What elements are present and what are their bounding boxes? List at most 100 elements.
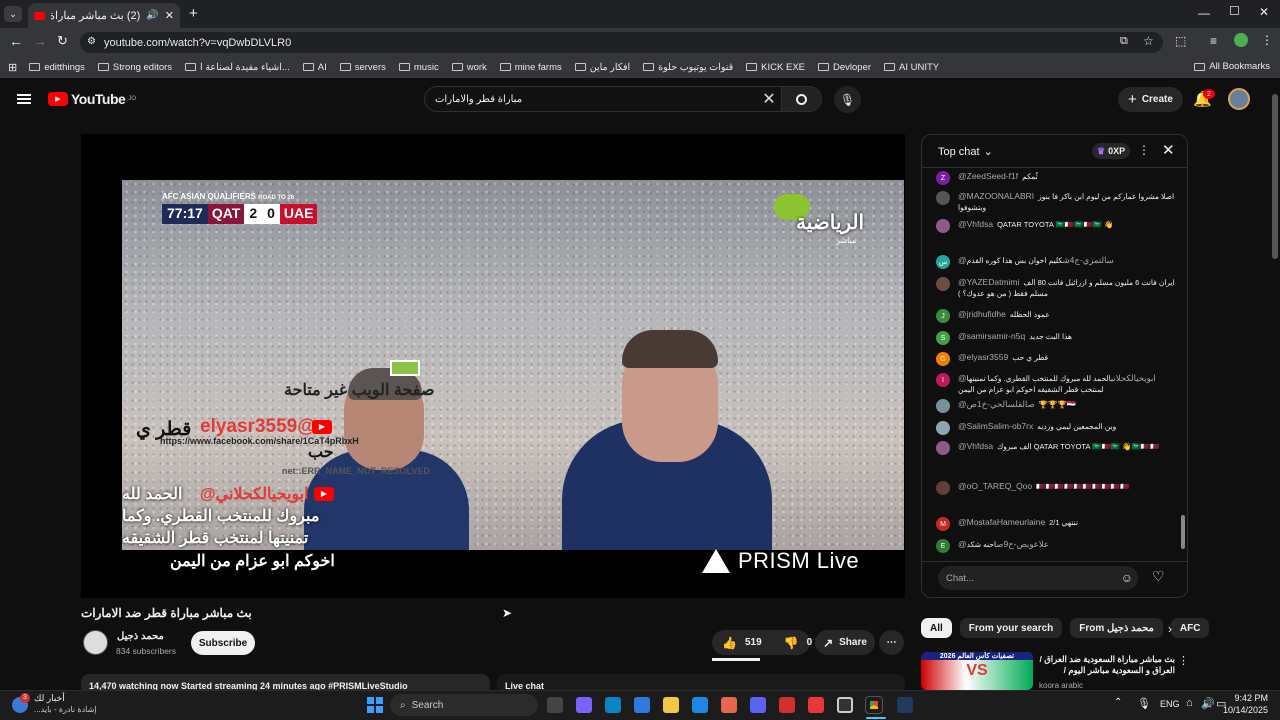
show-hidden-icons[interactable]: ⌃ (1114, 697, 1122, 708)
chat-author-avatar[interactable]: س (936, 255, 950, 269)
chat-author-avatar[interactable]: M (936, 517, 950, 531)
windows-start-icon[interactable] (367, 697, 383, 713)
chat-message[interactable]: س @سالتمري-ج4شكليم اخوان بس هذا كوره القد… (936, 255, 1176, 269)
chat-author-avatar[interactable]: S (936, 331, 950, 345)
forward-button[interactable]: → (33, 33, 47, 49)
chat-message[interactable]: @صالقلسالحي-خ1ص 🏆🏆🏆🇾🇪 (936, 399, 1176, 413)
chip-0[interactable]: All (921, 618, 952, 638)
chat-author-name[interactable]: @صالقلسالحي-خ1ص (958, 399, 1035, 409)
recommendation-menu-icon[interactable]: ⋮ (1178, 654, 1189, 667)
recommendation-channel[interactable]: koora arabic (1039, 681, 1083, 690)
chat-close-icon[interactable]: ✕ (1162, 141, 1175, 159)
chat-message[interactable]: @Vhfdsa QATAR TOYOTA 🇸🇦🇶🇦🇸🇦🇶🇦🇸🇦 👋 (936, 219, 1176, 233)
extensions-icon[interactable]: ⬚ (1175, 34, 1186, 48)
chat-author-avatar[interactable] (936, 219, 950, 233)
taskbar-search-box[interactable]: ⌕ Search (390, 694, 538, 716)
chat-message[interactable]: Z @ZeedSeed-f1f ثُمكم (936, 171, 1176, 185)
chat-author-avatar[interactable] (936, 277, 950, 291)
bookmark-8[interactable]: افكار ماين (574, 62, 630, 73)
install-app-icon[interactable]: ⧉ (1120, 35, 1128, 48)
clock-date[interactable]: 10/14/2025 (1222, 705, 1268, 715)
microphone-tray-icon[interactable]: 🎙 (1137, 697, 1151, 710)
apps-grid-icon[interactable]: ⊞ (8, 61, 17, 74)
chat-message[interactable]: M @MostafaHameurlaine 2/1 تنتهي (936, 517, 1176, 531)
chat-author-avatar[interactable]: E (936, 539, 950, 553)
new-tab-button[interactable]: + (189, 5, 198, 22)
window-close-button[interactable]: ✕ (1259, 5, 1269, 19)
minimize-button[interactable]: — (1198, 6, 1210, 20)
bookmark-0[interactable]: editthings (29, 62, 85, 73)
chat-author-name[interactable]: @elyasr3559 (958, 352, 1008, 362)
bookmark-1[interactable]: Strong editors (97, 62, 172, 73)
xp-badge[interactable]: ♛ 0XP (1092, 143, 1131, 159)
bookmark-7[interactable]: mine farms (499, 62, 562, 73)
github-icon[interactable] (837, 697, 853, 713)
chat-author-name[interactable]: @YAZEDatmimi (958, 277, 1019, 287)
bookmark-6[interactable]: work (451, 62, 487, 73)
recommendation-title[interactable]: بث مباشر مباراة السعودية ضد العراق / الع… (1039, 654, 1175, 676)
all-bookmarks-button[interactable]: All Bookmarks (1194, 61, 1270, 72)
app-icon-2[interactable] (779, 697, 795, 713)
chat-message[interactable]: S @samirsamir-n5q هذا البث جديد (936, 331, 1176, 345)
chat-scrollbar[interactable] (1180, 171, 1186, 557)
dislike-icon[interactable]: 👎 (784, 636, 799, 650)
clock-time[interactable]: 9:42 PM (1228, 693, 1268, 703)
chat-message[interactable]: @YAZEDatmimi ايران فاتت 6 مليون مسلم و از… (936, 277, 1176, 299)
emoji-icon[interactable]: ☺ (1121, 571, 1133, 585)
edge-icon[interactable] (605, 697, 621, 713)
recommendation-thumbnail[interactable]: تصفيات كأس العالم 2026 VS (921, 652, 1033, 690)
create-button[interactable]: + Create (1118, 87, 1183, 112)
more-actions-button[interactable]: ⋯ (879, 630, 904, 655)
top-chat-dropdown[interactable]: Top chat ⌄ (938, 145, 993, 159)
chips-next-icon[interactable]: › (1168, 622, 1172, 636)
chat-author-avatar[interactable]: G (936, 352, 950, 366)
channel-name[interactable]: محمد ذجيل (117, 631, 164, 642)
chat-message[interactable]: J @jridhufidhe عمود الحظله (936, 309, 1176, 323)
notepad-icon[interactable] (692, 697, 708, 713)
search-input[interactable]: مباراة قطر والامارات ✕ (424, 86, 782, 112)
like-icon[interactable]: 👍 (722, 636, 737, 650)
chat-author-name[interactable]: @SalimSalim-ob7rx (958, 421, 1033, 431)
bookmark-4[interactable]: servers (339, 62, 386, 73)
chat-more-icon[interactable]: ⋮ (1138, 143, 1150, 157)
language-indicator[interactable]: ENG (1160, 699, 1180, 709)
site-info-icon[interactable]: ⚙ (87, 36, 96, 47)
chat-author-name[interactable]: @Vhfdsa (958, 219, 993, 229)
task-view-icon[interactable] (547, 697, 563, 713)
chat-message[interactable]: @oO_TAREQ_Qoo 🇶🇦🇶🇦🇶🇦🇶🇦🇶🇦🇶🇦🇶🇦🇶🇦🇶🇦🇶🇦 (936, 481, 1176, 495)
chat-author-name[interactable]: @jridhufidhe (958, 309, 1006, 319)
tab-search-button[interactable]: ⌄ (4, 6, 22, 22)
back-button[interactable]: ← (9, 33, 23, 49)
network-icon[interactable]: ⌂ (1186, 697, 1193, 709)
chat-author-name[interactable]: @MAZOONALABRI (958, 191, 1034, 201)
page-scroll-thumb[interactable] (1272, 94, 1278, 259)
news-widget-title[interactable]: أخبار لك (34, 693, 65, 704)
chat-author-avatar[interactable] (936, 399, 950, 413)
chat-scroll-thumb[interactable] (1181, 515, 1185, 549)
bookmark-11[interactable]: Devloper (818, 62, 871, 73)
chat-message[interactable]: E @علاعوبص-ح9صاحنه شكد (936, 539, 1176, 553)
chat-author-avatar[interactable] (936, 421, 950, 435)
chat-author-avatar[interactable] (936, 191, 950, 205)
voice-search-mic-icon[interactable]: 🎙 (834, 86, 861, 113)
address-bar[interactable]: ⚙ youtube.com/watch?v=vqDwbDLVLR0 ⧉ ☆ (80, 32, 1163, 53)
chat-message[interactable]: @SalimSalim-ob7rx وين المجمعين ليمي ورديه (936, 421, 1176, 435)
search-button[interactable] (782, 86, 822, 112)
chat-author-name[interactable]: @oO_TAREQ_Qoo (958, 481, 1032, 491)
chrome-icon[interactable] (865, 696, 883, 714)
chip-1[interactable]: From your search (959, 618, 1063, 638)
app-icon-3[interactable] (808, 697, 824, 713)
share-button[interactable]: ↗ Share (815, 630, 875, 655)
maximize-button[interactable]: ☐ (1229, 4, 1240, 18)
chat-author-name[interactable]: @MostafaHameurlaine (958, 517, 1045, 527)
page-scrollbar[interactable] (1271, 82, 1279, 688)
chat-author-name[interactable]: @ZeedSeed-f1f (958, 171, 1018, 181)
chat-author-avatar[interactable]: J (936, 309, 950, 323)
chat-message[interactable]: I @ابويحيالكحلانيالحمد لله مبروك للمنتخب … (936, 373, 1176, 395)
chip-2[interactable]: From محمد ذجيل (1070, 618, 1163, 638)
discord-icon[interactable] (750, 697, 766, 713)
bookmark-star-icon[interactable]: ☆ (1143, 34, 1154, 48)
bookmark-5[interactable]: music (398, 62, 439, 73)
profile-avatar[interactable] (1234, 33, 1248, 47)
heart-reaction-icon[interactable]: ♡ (1152, 568, 1165, 585)
